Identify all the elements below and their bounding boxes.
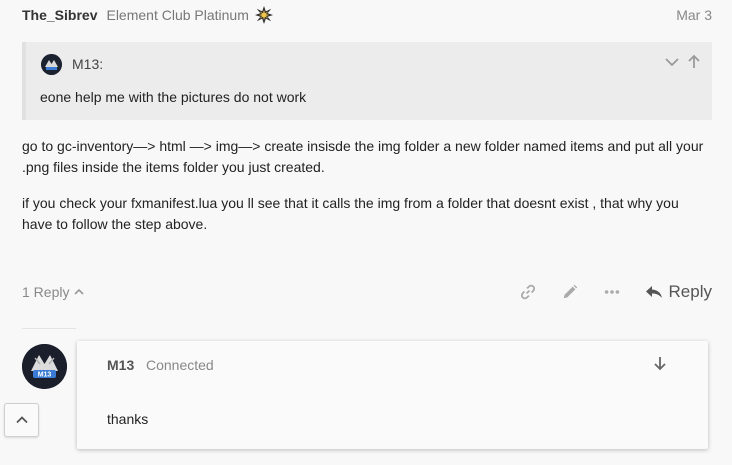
post-date[interactable]: Mar 3 [676, 7, 712, 23]
pencil-icon[interactable] [561, 283, 579, 301]
quote-avatar[interactable] [41, 54, 62, 75]
reply-divider [22, 328, 76, 329]
post-paragraph: go to gc-inventory—> html —> img—> creat… [22, 138, 704, 175]
post-action-buttons: Reply [519, 282, 712, 302]
post-header: The_Sibrev Element Club Platinum Mar 3 [22, 5, 712, 25]
quote-author: M13: [72, 56, 104, 72]
ellipsis-icon[interactable] [603, 283, 621, 301]
starburst-badge-icon [254, 6, 273, 24]
post-username[interactable]: The_Sibrev [22, 7, 97, 23]
quote-controls [664, 54, 702, 70]
reply-arrow-icon [645, 286, 662, 298]
arrow-up-icon[interactable] [686, 54, 702, 70]
link-icon[interactable] [519, 283, 537, 301]
reply-status: Connected [146, 357, 214, 373]
user-title: Element Club Platinum [106, 7, 249, 23]
replies-count: 1 Reply [22, 284, 70, 300]
arrow-down-icon[interactable] [652, 355, 668, 371]
post-actions: 1 Reply Reply [22, 278, 712, 306]
reply-button-label: Reply [668, 282, 712, 301]
reply-author[interactable]: M13 [107, 357, 134, 373]
reply-avatar-text: M13 [38, 372, 52, 379]
post-body: go to gc-inventory—> html —> img—> creat… [22, 136, 712, 250]
quote-block: M13: eone help me with the pictures do n… [22, 42, 712, 120]
replies-toggle[interactable]: 1 Reply [22, 284, 85, 300]
scroll-top-button[interactable] [4, 403, 39, 437]
chevron-up-icon [15, 416, 28, 424]
reply-avatar[interactable]: M13 [22, 344, 67, 389]
post-paragraph: if you check your fxmanifest.lua you ll … [22, 195, 679, 232]
reply-card: M13 Connected thanks [77, 341, 708, 449]
quote-text: eone help me with the pictures do not wo… [40, 89, 307, 105]
chevron-down-icon[interactable] [664, 54, 680, 70]
reply-text: thanks [107, 411, 149, 427]
chevron-up-icon [74, 288, 85, 295]
reply-button[interactable]: Reply [645, 282, 712, 302]
forum-post: The_Sibrev Element Club Platinum Mar 3 M… [0, 0, 732, 465]
